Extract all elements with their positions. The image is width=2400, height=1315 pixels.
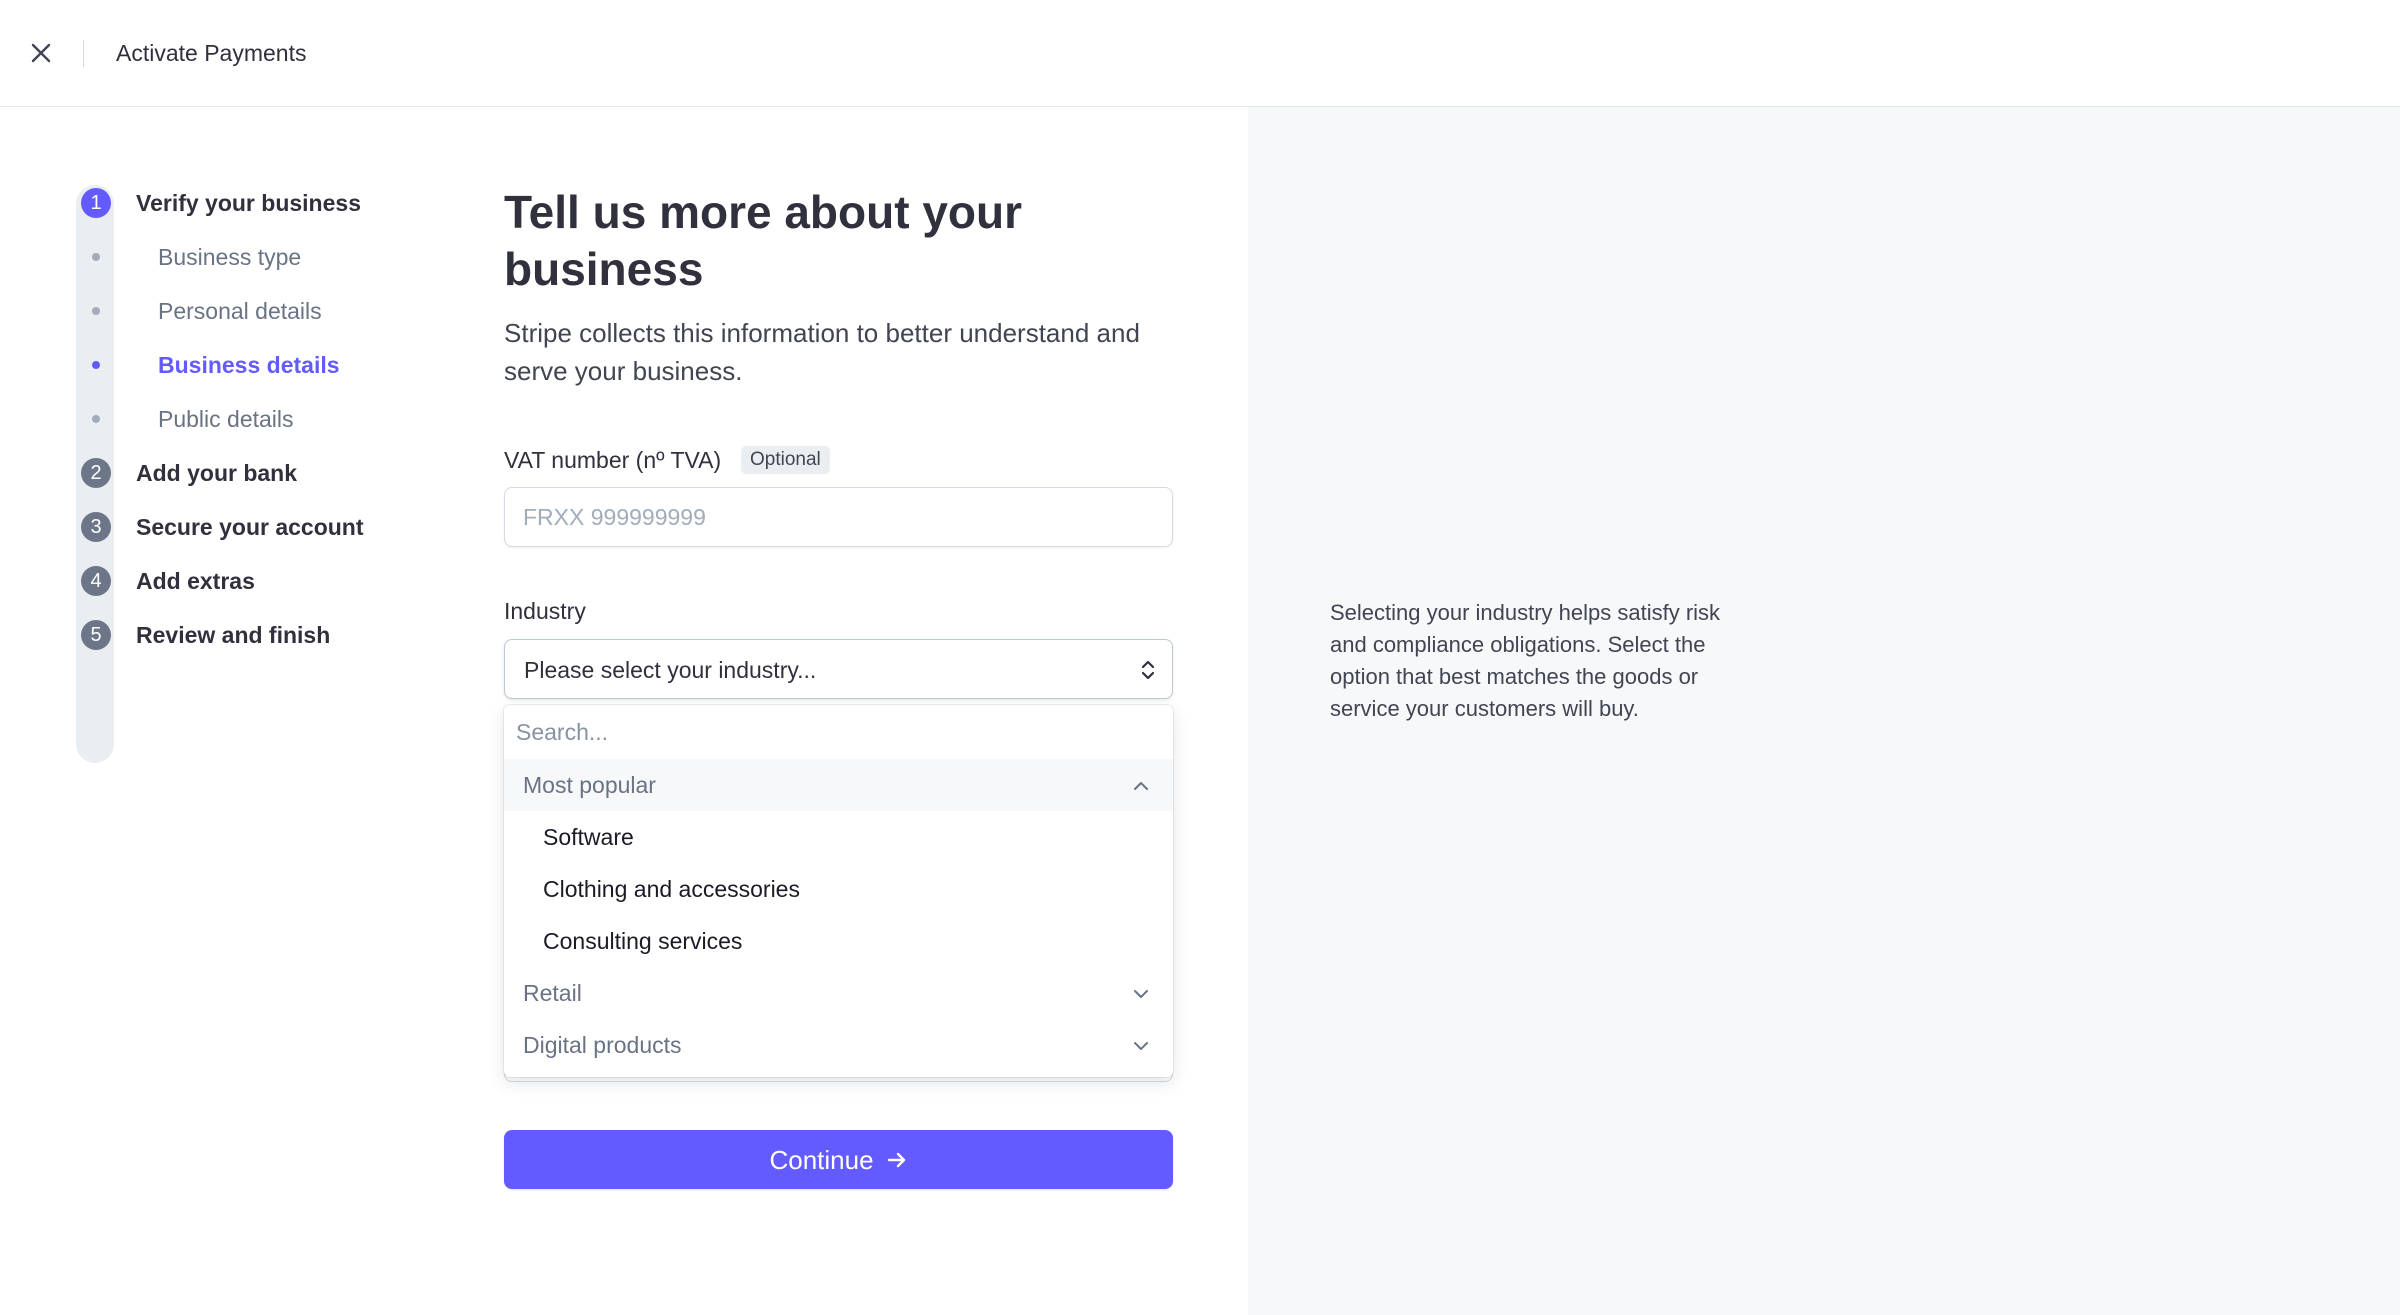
arrow-right-icon: [887, 1152, 905, 1167]
group-label: Most popular: [523, 772, 656, 798]
page-title: Activate Payments: [116, 40, 307, 66]
substep-dot: [92, 415, 100, 423]
option-label: Consulting services: [543, 928, 743, 954]
chevron-down-icon: [1134, 1042, 1148, 1050]
option-consulting-services[interactable]: Consulting services: [504, 915, 1173, 967]
step-verify-business[interactable]: Verify your business: [136, 188, 361, 218]
form-description: Stripe collects this information to bett…: [504, 318, 1140, 386]
group-retail[interactable]: Retail: [504, 967, 1173, 1019]
industry-help-text: Selecting your industry helps satisfy ri…: [1330, 600, 1721, 721]
industry-label: Industry: [504, 598, 586, 624]
industry-dropdown: Most popular Software Clothing and acces…: [504, 705, 1173, 1077]
substep-business-type[interactable]: Business type: [158, 242, 301, 272]
step-secure-account[interactable]: Secure your account: [136, 512, 364, 542]
header-divider: [83, 40, 84, 67]
industry-select[interactable]: Please select your industry...: [504, 639, 1173, 699]
group-label: Digital products: [523, 1032, 682, 1058]
close-button[interactable]: [26, 38, 56, 68]
vat-label: VAT number (nº TVA): [504, 447, 722, 473]
optional-badge: Optional: [741, 446, 830, 474]
step-review-finish[interactable]: Review and finish: [136, 620, 330, 650]
group-digital-products[interactable]: Digital products: [504, 1019, 1173, 1071]
substep-personal-details[interactable]: Personal details: [158, 296, 322, 326]
step-number-1: 1: [81, 188, 111, 218]
group-most-popular[interactable]: Most popular: [504, 759, 1173, 811]
substep-dot: [92, 307, 100, 315]
chevron-down-icon: [1134, 990, 1148, 998]
chevron-up-down-icon: [1141, 660, 1155, 680]
substep-dot: [92, 253, 100, 261]
step-number-2: 2: [81, 458, 111, 488]
form-heading: Tell us more about your business: [504, 186, 1022, 295]
option-label: Clothing and accessories: [543, 876, 800, 902]
chevron-up-icon: [1134, 782, 1148, 790]
industry-select-value: Please select your industry...: [524, 657, 817, 683]
option-software[interactable]: Software: [504, 811, 1173, 863]
step-number-4: 4: [81, 566, 111, 596]
step-number-3: 3: [81, 512, 111, 542]
continue-label: Continue: [769, 1144, 874, 1175]
close-icon: [31, 43, 51, 63]
group-label: Retail: [523, 980, 582, 1006]
substep-public-details[interactable]: Public details: [158, 404, 294, 434]
top-bar: Activate Payments: [0, 0, 2400, 107]
option-clothing-accessories[interactable]: Clothing and accessories: [504, 863, 1173, 915]
industry-search-input[interactable]: [504, 705, 1173, 759]
vat-input[interactable]: [504, 487, 1173, 547]
step-add-bank[interactable]: Add your bank: [136, 458, 297, 488]
substep-dot-active: [92, 361, 100, 369]
step-number-5: 5: [81, 620, 111, 650]
step-add-extras[interactable]: Add extras: [136, 566, 255, 596]
option-label: Software: [543, 824, 634, 850]
continue-button[interactable]: Continue: [504, 1130, 1173, 1189]
substep-business-details[interactable]: Business details: [158, 350, 340, 380]
onboarding-stepper: 1 Verify your business Business type Per…: [0, 107, 480, 1315]
